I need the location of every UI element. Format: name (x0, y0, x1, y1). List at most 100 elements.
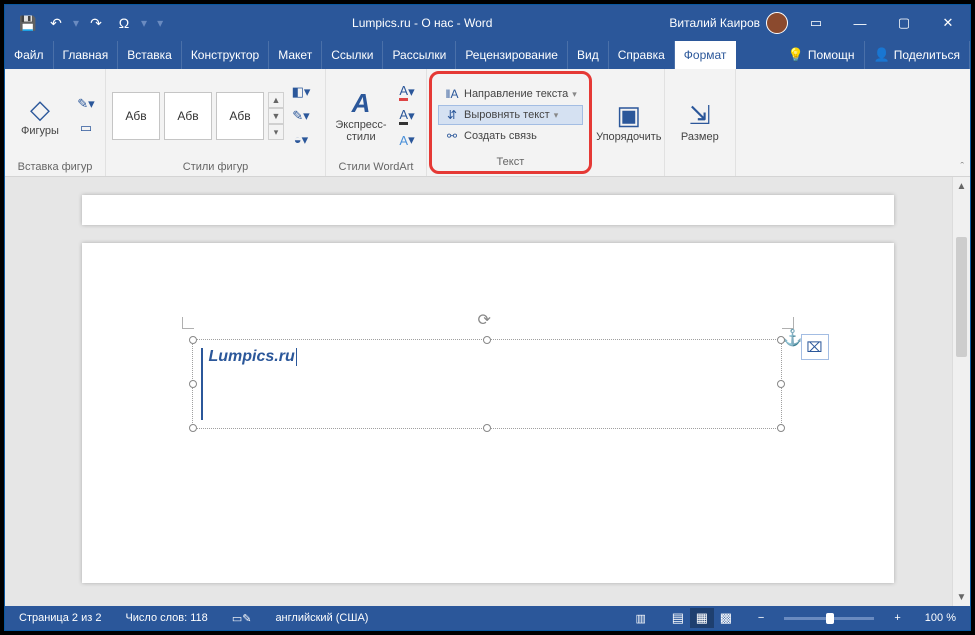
gallery-up-icon[interactable]: ▲ (268, 92, 284, 108)
group-size: ⇲ Размер (665, 69, 736, 176)
undo-icon[interactable]: ↶ (43, 10, 69, 36)
word-count[interactable]: Число слов: 118 (121, 612, 211, 624)
size-button[interactable]: ⇲ Размер (671, 86, 729, 158)
group-text: ‖A Направление текста▾ ⇵ Выровнять текст… (429, 71, 592, 174)
quick-access-toolbar: 💾 ↶ ▾ ↷ Ω ▾ ▾ (5, 10, 175, 36)
link-icon: ⚯ (444, 129, 460, 143)
language-indicator[interactable]: английский (США) (271, 612, 372, 624)
tab-design[interactable]: Конструктор (182, 41, 269, 69)
scroll-down-icon[interactable]: ▼ (953, 588, 970, 606)
display-settings-icon[interactable]: ▥ (632, 612, 650, 625)
zoom-slider[interactable] (784, 617, 874, 620)
tab-layout[interactable]: Макет (269, 41, 322, 69)
create-link-button[interactable]: ⚯ Создать связь (438, 126, 583, 146)
close-icon[interactable]: ✕ (926, 5, 970, 41)
textbox-selected[interactable]: ⟳ ⚓ ⌧ Lumpics.ru (192, 339, 782, 429)
user-section[interactable]: Виталий Каиров (669, 12, 794, 34)
shape-effects-icon[interactable]: ◒▾ (288, 129, 314, 151)
arrange-icon: ▣ (617, 101, 642, 130)
avatar[interactable] (766, 12, 788, 34)
page-indicator[interactable]: Страница 2 из 2 (15, 612, 105, 624)
text-fill-icon[interactable]: A▾ (394, 81, 420, 103)
share-icon: 👤 (874, 47, 890, 63)
gallery-more-icon[interactable]: ▾ (268, 124, 284, 140)
tab-file[interactable]: Файл (5, 41, 54, 69)
tab-review[interactable]: Рецензирование (456, 41, 568, 69)
resize-handle[interactable] (189, 380, 197, 388)
tab-insert[interactable]: Вставка (118, 41, 182, 69)
tab-format[interactable]: Формат (675, 41, 737, 69)
resize-handle[interactable] (777, 424, 785, 432)
page[interactable]: ⟳ ⚓ ⌧ Lumpics.ru (82, 243, 894, 583)
zoom-out-icon[interactable]: − (754, 612, 768, 624)
group-insert-shapes: ◇ Фигуры ✎▾ ▭ Вставка фигур (5, 69, 106, 176)
text-cursor (296, 348, 297, 366)
save-icon[interactable]: 💾 (15, 10, 41, 36)
tab-help[interactable]: Справка (609, 41, 675, 69)
tab-view[interactable]: Вид (568, 41, 609, 69)
scroll-thumb[interactable] (956, 237, 967, 357)
style-item[interactable]: Абв (164, 92, 212, 140)
tab-mailings[interactable]: Рассылки (383, 41, 456, 69)
user-name: Виталий Каиров (669, 16, 760, 30)
share-button[interactable]: 👤Поделиться (865, 41, 970, 69)
zoom-thumb[interactable] (826, 613, 834, 624)
shapes-button[interactable]: ◇ Фигуры (11, 80, 69, 152)
textbox-icon[interactable]: ▭ (73, 117, 99, 139)
group-label: Вставка фигур (11, 159, 99, 176)
resize-handle[interactable] (777, 380, 785, 388)
minimize-icon[interactable]: — (838, 5, 882, 41)
page-previous-bottom (82, 195, 894, 225)
symbol-icon[interactable]: Ω (111, 10, 137, 36)
align-text-icon: ⇵ (444, 108, 460, 122)
edit-shape-icon[interactable]: ✎▾ (73, 93, 99, 115)
zoom-level[interactable]: 100 % (921, 612, 960, 624)
read-mode-icon[interactable]: ▤ (666, 608, 690, 628)
text-direction-button[interactable]: ‖A Направление текста▾ (438, 84, 583, 104)
resize-handle[interactable] (189, 424, 197, 432)
resize-handle[interactable] (777, 336, 785, 344)
wordart-quick-styles-button[interactable]: A Экспресс-стили (332, 80, 390, 152)
tab-home[interactable]: Главная (54, 41, 119, 69)
scroll-up-icon[interactable]: ▲ (953, 177, 970, 195)
textbox-content[interactable]: Lumpics.ru (201, 348, 773, 420)
margin-mark (182, 317, 194, 329)
group-label: Текст (438, 154, 583, 171)
wordart-icon: A (352, 89, 371, 118)
maximize-icon[interactable]: ▢ (882, 5, 926, 41)
title-bar: 💾 ↶ ▾ ↷ Ω ▾ ▾ Lumpics.ru - О нас - Word … (5, 5, 970, 41)
arrange-button[interactable]: ▣ Упорядочить (600, 86, 658, 158)
text-effects-icon[interactable]: A▾ (394, 129, 420, 151)
print-layout-icon[interactable]: ▦ (690, 608, 714, 628)
document-area: ⟳ ⚓ ⌧ Lumpics.ru ▲ ▼ (5, 177, 970, 606)
ribbon: ◇ Фигуры ✎▾ ▭ Вставка фигур Абв Абв Абв … (5, 69, 970, 177)
ribbon-tabs: Файл Главная Вставка Конструктор Макет С… (5, 41, 970, 69)
tell-me-button[interactable]: 💡Помощн (779, 41, 865, 69)
align-text-button[interactable]: ⇵ Выровнять текст▾ (438, 105, 583, 125)
size-icon: ⇲ (689, 101, 711, 130)
shape-style-gallery[interactable]: Абв Абв Абв ▲ ▼ ▾ (112, 92, 284, 140)
text-direction-icon: ‖A (444, 87, 460, 101)
layout-options-button[interactable]: ⌧ (801, 334, 829, 360)
gallery-down-icon[interactable]: ▼ (268, 108, 284, 124)
ribbon-options-icon[interactable]: ▭ (794, 5, 838, 41)
shape-fill-icon[interactable]: ◧▾ (288, 81, 314, 103)
resize-handle[interactable] (483, 336, 491, 344)
vertical-scrollbar[interactable]: ▲ ▼ (952, 177, 970, 606)
spellcheck-icon[interactable]: ▭✎ (228, 612, 256, 625)
resize-handle[interactable] (189, 336, 197, 344)
tab-references[interactable]: Ссылки (322, 41, 383, 69)
web-layout-icon[interactable]: ▩ (714, 608, 738, 628)
resize-handle[interactable] (483, 424, 491, 432)
style-item[interactable]: Абв (216, 92, 264, 140)
style-item[interactable]: Абв (112, 92, 160, 140)
redo-icon[interactable]: ↷ (83, 10, 109, 36)
rotate-handle-icon[interactable]: ⟳ (478, 310, 496, 328)
group-shape-styles: Абв Абв Абв ▲ ▼ ▾ ◧▾ ✎▾ ◒▾ Стили фигур (106, 69, 326, 176)
zoom-in-icon[interactable]: + (890, 612, 904, 624)
collapse-ribbon-icon[interactable]: ˆ (960, 161, 964, 173)
window-title: Lumpics.ru - О нас - Word (175, 16, 669, 30)
group-arrange: ▣ Упорядочить (594, 69, 665, 176)
shape-outline-icon[interactable]: ✎▾ (288, 105, 314, 127)
text-outline-icon[interactable]: A▾ (394, 105, 420, 127)
